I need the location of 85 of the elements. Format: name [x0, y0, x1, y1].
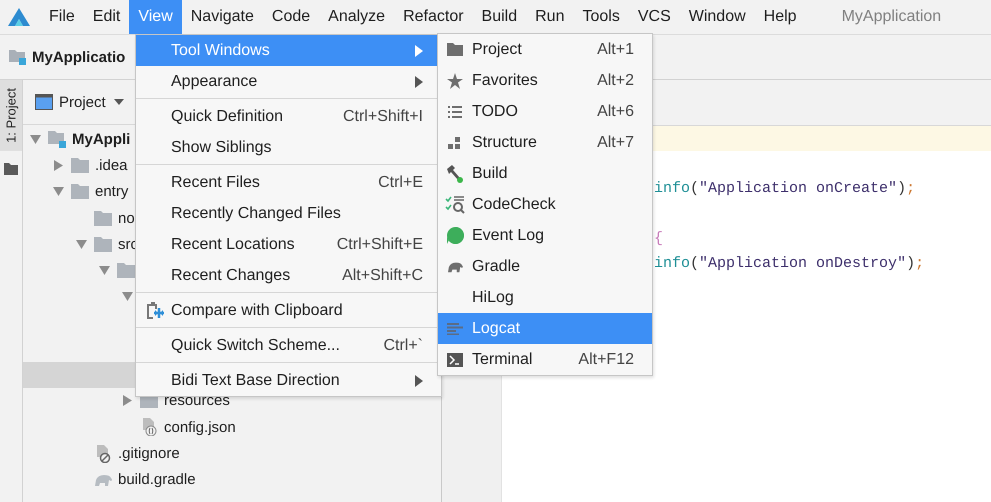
menu-item[interactable]: Build [438, 158, 652, 189]
menu-item[interactable]: Appearance [136, 66, 441, 97]
shortcut-label: Alt+F12 [578, 350, 634, 368]
menu-item[interactable]: Gradle [438, 251, 652, 282]
tree-item-label[interactable]: .idea [95, 156, 128, 174]
menu-bar-item[interactable]: Run [526, 0, 574, 34]
menu-item[interactable]: Recent Files Ctrl+E [136, 167, 441, 198]
tree-item-label[interactable]: .gitignore [118, 445, 180, 462]
shortcut-label: Alt+7 [597, 134, 634, 152]
menu-bar-item[interactable]: Window [680, 0, 755, 34]
star-icon [447, 72, 463, 88]
menu-item[interactable]: Compare with Clipboard [136, 295, 441, 326]
expanded-arrow-icon[interactable] [98, 265, 110, 276]
shortcut-label: Alt+2 [597, 72, 634, 90]
menu-bar-item[interactable]: Code [262, 0, 320, 34]
menu-item[interactable]: CodeCheck [438, 189, 652, 220]
log-lines-icon [447, 322, 463, 334]
view-dropdown[interactable]: Project [59, 94, 124, 110]
menu-item[interactable]: Favorites Alt+2 [438, 65, 652, 96]
expanded-arrow-icon[interactable] [122, 291, 132, 302]
tree-item-label[interactable]: entry [95, 183, 128, 200]
folder-icon [69, 158, 91, 173]
structure-icon [448, 136, 462, 148]
menu-bar-item[interactable]: Navigate [182, 0, 263, 34]
menu-bar-item[interactable]: Edit [84, 0, 130, 34]
menu-item[interactable]: TODO Alt+6 [438, 96, 652, 127]
list-icon [448, 106, 462, 118]
collapsed-arrow-icon[interactable] [52, 160, 64, 171]
shortcut-label: Ctrl+Shift+E [336, 236, 423, 254]
folder-icon [115, 263, 137, 278]
code-line: { [654, 230, 664, 247]
expanded-arrow-icon[interactable] [52, 186, 64, 198]
tree-item-label[interactable]: MyAppli [72, 130, 130, 148]
folder-icon [69, 184, 91, 200]
collapsed-arrow-icon[interactable] [122, 395, 132, 406]
menu-item[interactable]: Event Log [438, 220, 652, 251]
clipboard-compare-icon [144, 300, 164, 320]
folder-icon [92, 210, 114, 226]
menu-item[interactable]: Bidi Text Base Direction [136, 365, 441, 396]
tree-item-label[interactable]: build.gradle [118, 471, 196, 488]
menu-item[interactable]: Show Siblings [136, 132, 441, 163]
menu-item[interactable]: Terminal Alt+F12 [438, 344, 652, 375]
window-title: MyApplication [842, 8, 942, 26]
project-folder-icon [46, 130, 68, 148]
menu-item[interactable]: HiLog [438, 282, 652, 313]
menu-item[interactable]: Project Alt+1 [438, 34, 652, 65]
expanded-arrow-icon[interactable] [30, 134, 40, 145]
menu-bar-item[interactable]: Help [754, 0, 806, 34]
breadcrumb-item[interactable]: MyApplicatio [32, 48, 126, 66]
menu-bar-item[interactable]: Tools [573, 0, 629, 34]
shortcut-label: Alt+6 [597, 102, 634, 120]
expanded-arrow-icon[interactable] [76, 238, 86, 250]
menu-bar-item[interactable]: Analyze [319, 0, 394, 34]
caret-icon [114, 99, 124, 105]
code-line: info("Application onCreate"); [654, 180, 916, 197]
shortcut-label: Ctrl+` [383, 336, 423, 354]
side-tab[interactable]: 1: Project [0, 80, 22, 151]
shortcut-label: Alt+Shift+C [342, 266, 423, 284]
shortcut-label: Alt+1 [597, 40, 634, 58]
tree-item-label[interactable]: config.json [164, 418, 236, 436]
code-line: info("Application onDestroy"); [654, 255, 924, 272]
menu-item[interactable]: Quick Switch Scheme... Ctrl+` [136, 330, 441, 361]
shortcut-label: Ctrl+Shift+I [342, 108, 423, 126]
menu-item[interactable]: Quick Definition Ctrl+Shift+I [136, 101, 441, 132]
folder-icon [4, 162, 18, 175]
folder-icon [92, 236, 114, 252]
menu-bar-item[interactable]: Refactor [394, 0, 473, 34]
menu-item[interactable]: Recent Changes Alt+Shift+C [136, 260, 441, 291]
event-log-icon [446, 227, 464, 244]
menu-bar-item[interactable]: File [40, 0, 84, 34]
window-icon [35, 94, 53, 110]
menu-bar-item[interactable]: VCS [628, 0, 680, 34]
elephant-icon [446, 260, 464, 274]
menu-item[interactable]: Recently Changed Files [136, 198, 441, 229]
tree-item-label[interactable]: no [118, 210, 135, 227]
folder-icon [447, 43, 463, 56]
project-folder-icon [9, 49, 27, 65]
menu-item[interactable]: Structure Alt+7 [438, 127, 652, 158]
menu-bar-item[interactable]: Build [472, 0, 526, 34]
shortcut-label: Ctrl+E [378, 174, 423, 192]
hammer-icon [446, 164, 464, 182]
app-logo-icon [8, 8, 30, 26]
terminal-icon [447, 352, 463, 366]
menu-item[interactable]: Recent Locations Ctrl+Shift+E [136, 229, 441, 260]
checklist-search-icon [445, 196, 465, 214]
